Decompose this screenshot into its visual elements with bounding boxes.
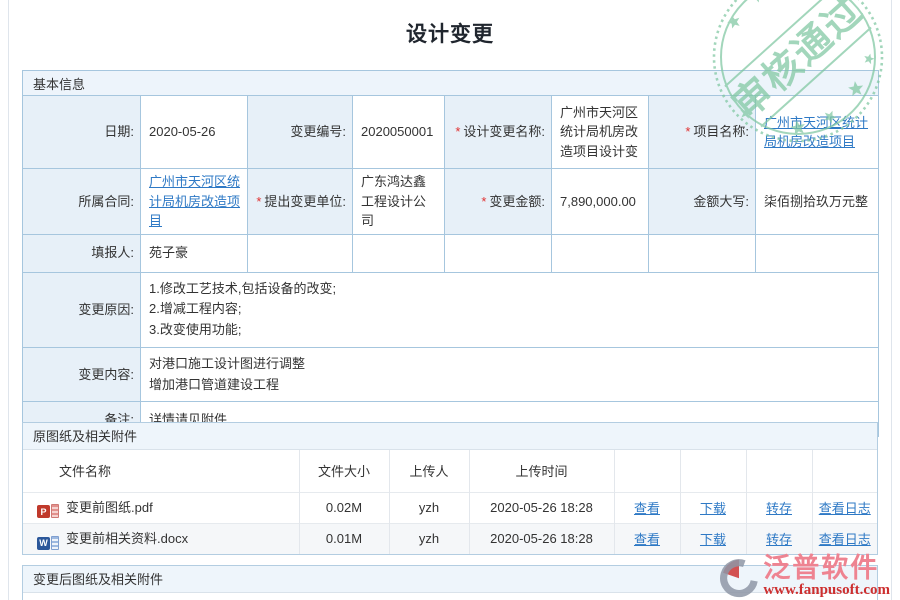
page-title: 设计变更 [0,18,900,48]
change-content-row: 变更内容: 对港口施工设计图进行调整 增加港口管道建设工程 [23,347,879,402]
change-unit-value: 广东鸿达鑫工程设计公司 [353,169,445,235]
empty-cell [445,234,552,272]
change-amount-label: *变更金额: [445,169,552,235]
pdf-file-icon: P [37,504,59,518]
column-file-size: 文件大小 [299,450,389,492]
date-label: 日期: [23,96,141,169]
transfer-link[interactable]: 转存 [766,532,792,547]
column-action [812,450,877,492]
download-cell: 下载 [680,492,746,523]
view-link[interactable]: 查看 [634,501,660,516]
column-file-name: 文件名称 [23,450,299,492]
column-action [614,450,680,492]
amount-words-label: 金额大写: [649,169,756,235]
column-action [746,450,812,492]
document-page-icon [51,504,59,518]
column-upload-time: 上传时间 [469,450,614,492]
file-upload-time: 2020-05-26 18:28 [469,523,614,554]
attachments-before-section: 原图纸及相关附件 文件名称 文件大小 上传人 上传时间 P 变更前图纸.pdf [22,422,878,555]
attachments-before-table: 文件名称 文件大小 上传人 上传时间 P 变更前图纸.pdf 0.02M yzh … [23,450,877,554]
file-upload-time: 2020-05-26 18:28 [469,492,614,523]
file-size: 0.02M [299,492,389,523]
basic-info-row-2: 所属合同: 广州市天河区统计局机房改造项目 *提出变更单位: 广东鸿达鑫工程设计… [23,169,879,235]
file-row-word: W 变更前相关资料.docx 0.01M yzh 2020-05-26 18:28… [23,523,877,554]
transfer-link[interactable]: 转存 [766,501,792,516]
empty-cell [649,234,756,272]
column-uploader: 上传人 [389,450,469,492]
view-log-link[interactable]: 查看日志 [819,532,871,547]
contract-link[interactable]: 广州市天河区统计局机房改造项目 [149,174,240,228]
file-size: 0.01M [299,523,389,554]
reporter-value: 苑子豪 [141,234,248,272]
file-row-pdf: P 变更前图纸.pdf 0.02M yzh 2020-05-26 18:28 查看… [23,492,877,523]
empty-cell [353,234,445,272]
change-no-value: 2020050001 [353,96,445,169]
document-page-icon [51,536,59,550]
required-mark: * [481,194,486,209]
view-cell: 查看 [614,492,680,523]
file-name-cell: W 变更前相关资料.docx [23,523,299,554]
change-unit-label: *提出变更单位: [248,169,353,235]
download-cell: 下载 [680,523,746,554]
column-action [680,450,746,492]
view-log-cell: 查看日志 [812,492,877,523]
change-content-label: 变更内容: [23,347,141,402]
required-mark: * [685,124,690,139]
change-no-label: 变更编号: [248,96,353,169]
basic-info-section-header-row: 基本信息 [23,71,879,96]
view-link[interactable]: 查看 [634,532,660,547]
basic-info-row-1: 日期: 2020-05-26 变更编号: 2020050001 *设计变更名称:… [23,96,879,169]
basic-info-row-3: 填报人: 苑子豪 [23,234,879,272]
transfer-cell: 转存 [746,523,812,554]
basic-info-section-title: 基本信息 [23,71,879,96]
attachments-header-row: 文件名称 文件大小 上传人 上传时间 [23,450,877,492]
file-name: 变更前图纸.pdf [66,500,153,515]
attachments-after-section: 变更后图纸及相关附件 [22,565,878,600]
amount-words-value: 柒佰捌拾玖万元整 [756,169,879,235]
empty-cell [756,234,879,272]
project-name-link[interactable]: 广州市天河区统计局机房改造项目 [764,115,868,150]
change-reason-row: 变更原因: 1.修改工艺技术,包括设备的改变; 2.增减工程内容; 3.改变使用… [23,272,879,347]
download-link[interactable]: 下载 [700,501,726,516]
design-change-name-value: 广州市天河区统计局机房改造项目设计变 [552,96,649,169]
empty-cell [248,234,353,272]
required-mark: * [455,124,460,139]
file-uploader: yzh [389,523,469,554]
design-change-page: 设计变更 基本信息 日期: 2020-05-26 变更编号: 202005000… [0,0,900,600]
contract-cell: 广州市天河区统计局机房改造项目 [141,169,248,235]
date-value: 2020-05-26 [141,96,248,169]
project-name-cell: 广州市天河区统计局机房改造项目 [756,96,879,169]
empty-cell [552,234,649,272]
change-amount-value: 7,890,000.00 [552,169,649,235]
reporter-label: 填报人: [23,234,141,272]
file-name-cell: P 变更前图纸.pdf [23,492,299,523]
view-log-cell: 查看日志 [812,523,877,554]
required-mark: * [256,194,261,209]
word-file-icon: W [37,536,59,550]
attachments-after-title: 变更后图纸及相关附件 [23,566,877,593]
project-name-label: *项目名称: [649,96,756,169]
transfer-cell: 转存 [746,492,812,523]
change-content-value: 对港口施工设计图进行调整 增加港口管道建设工程 [141,347,879,402]
download-link[interactable]: 下载 [700,532,726,547]
design-change-name-label: *设计变更名称: [445,96,552,169]
view-log-link[interactable]: 查看日志 [819,501,871,516]
change-reason-value: 1.修改工艺技术,包括设备的改变; 2.增减工程内容; 3.改变使用功能; [141,272,879,347]
view-cell: 查看 [614,523,680,554]
contract-label: 所属合同: [23,169,141,235]
file-name: 变更前相关资料.docx [66,531,188,546]
basic-info-table: 基本信息 日期: 2020-05-26 变更编号: 2020050001 *设计… [22,70,879,437]
attachments-before-title: 原图纸及相关附件 [23,423,877,450]
file-uploader: yzh [389,492,469,523]
change-reason-label: 变更原因: [23,272,141,347]
